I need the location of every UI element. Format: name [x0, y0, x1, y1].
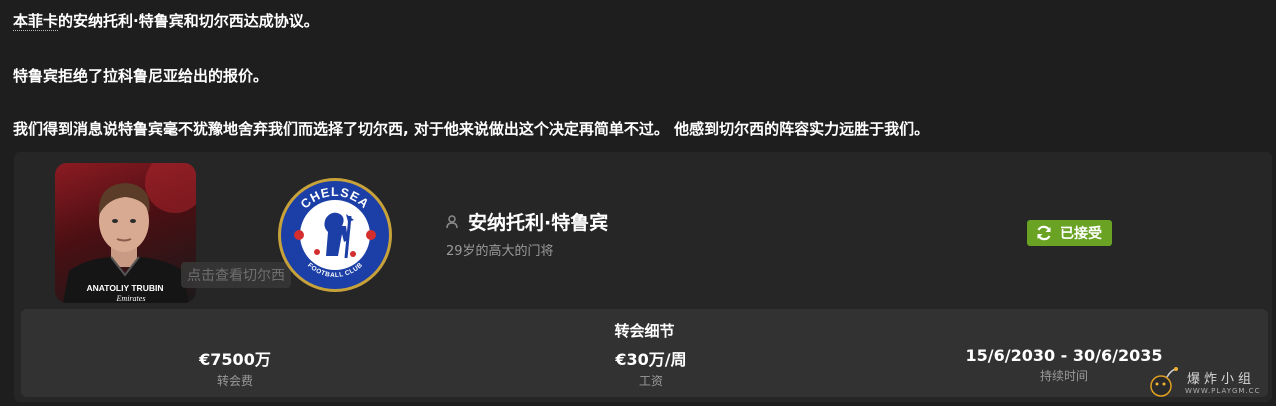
wage-value: €30万/周 — [615, 350, 687, 369]
bomb-mascot-icon — [1150, 367, 1178, 397]
player-photo[interactable]: ANATOLIY TRUBIN Emirates — [55, 163, 196, 303]
shirt-sponsor-text: Emirates — [116, 294, 146, 303]
transfer-fee-label: 转会费 — [216, 374, 253, 388]
transfer-card: ANATOLIY TRUBIN Emirates 点击查看切尔西 CHELSEA… — [14, 152, 1272, 402]
chelsea-crest-logo[interactable]: CHELSEA FOOTBALL CLUB — [276, 176, 394, 294]
site-watermark: 爆炸小组 WWW.PLAYGM.CC — [1143, 362, 1273, 402]
person-icon — [446, 214, 458, 228]
transfer-details-title: 转会细节 — [614, 322, 675, 340]
club-link-benfica[interactable]: 本菲卡 — [13, 12, 59, 31]
transfer-fee-column: €7500万 转会费 — [85, 346, 385, 389]
news-line-3: 我们得到消息说特鲁宾毫不犹豫地舍弃我们而选择了切尔西, 对于他来说做出这个决定再… — [13, 120, 930, 138]
wage-column: €30万/周 工资 — [501, 346, 801, 389]
news-line-2: 特鲁宾拒绝了拉科鲁尼亚给出的报价。 — [13, 67, 269, 85]
wage-label: 工资 — [638, 374, 663, 388]
status-badge: 已接受 — [1027, 220, 1112, 246]
status-label: 已接受 — [1060, 226, 1102, 242]
transfer-fee-value: €7500万 — [199, 350, 271, 369]
club-hint-tooltip: 点击查看切尔西 — [181, 262, 291, 288]
refresh-icon — [1037, 225, 1051, 241]
player-description: 29岁的高大的门将 — [446, 244, 554, 259]
player-name[interactable]: 安纳托利·特鲁宾 — [468, 208, 608, 235]
player-info: 安纳托利·特鲁宾 29岁的高大的门将 — [446, 208, 608, 259]
news-line-1: 本菲卡的安纳托利·特鲁宾和切尔西达成协议。 — [13, 10, 319, 31]
player-name-row: 安纳托利·特鲁宾 — [446, 208, 608, 235]
transfer-details-panel: 转会细节 €7500万 转会费 €30万/周 工资 15/6/2030 - 30… — [21, 309, 1268, 397]
watermark-subtitle: WWW.PLAYGM.CC — [1185, 387, 1261, 395]
watermark-title: 爆炸小组 — [1187, 372, 1256, 387]
shirt-name-text: ANATOLIY TRUBIN — [87, 283, 164, 293]
news-line-1-text: 的安纳托利·特鲁宾和切尔西达成协议。 — [58, 12, 319, 30]
